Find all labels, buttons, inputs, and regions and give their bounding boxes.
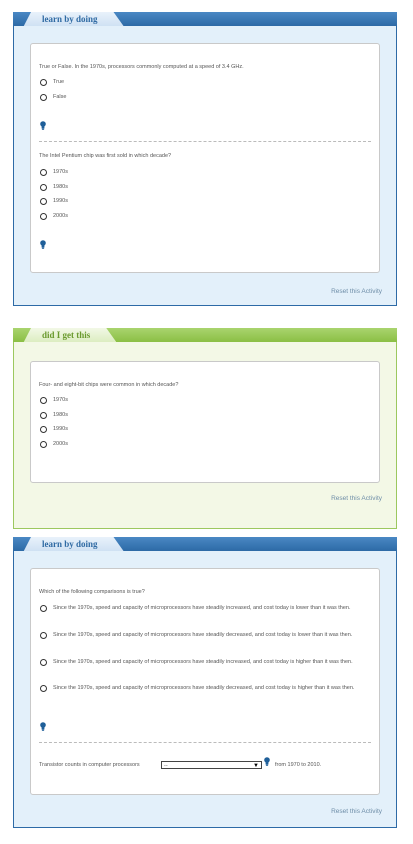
question-text: True or False. In the 1970s, processors … bbox=[39, 64, 244, 70]
transistor-prompt: Transistor counts in computer processors bbox=[39, 762, 140, 768]
radio-button[interactable] bbox=[40, 685, 47, 692]
option-label: Since the 1970s, speed and capacity of m… bbox=[53, 685, 355, 691]
activity-header: learn by doing bbox=[13, 537, 397, 551]
activity-header: learn by doing bbox=[13, 12, 397, 26]
option-label: 1980s bbox=[53, 412, 68, 418]
activity-panel: Which of the following comparisons is tr… bbox=[13, 551, 397, 828]
radio-button[interactable] bbox=[40, 169, 47, 176]
question-text: Four- and eight-bit chips were common in… bbox=[39, 382, 179, 388]
radio-button[interactable] bbox=[40, 605, 47, 612]
transistor-suffix: from 1970 to 2010. bbox=[275, 762, 322, 768]
radio-button[interactable] bbox=[40, 184, 47, 191]
activity-did-i-get-this: did I get this Four- and eight-bit chips… bbox=[13, 328, 397, 529]
activity-tab: learn by doing bbox=[13, 12, 124, 26]
lightbulb-icon[interactable] bbox=[264, 757, 270, 766]
option-label: 1990s bbox=[53, 426, 68, 432]
answer-select[interactable]: -- ▼ bbox=[161, 761, 262, 769]
reset-activity-link[interactable]: Reset this Activity bbox=[331, 495, 382, 502]
activity-header: did I get this bbox=[13, 328, 397, 342]
question-text: Which of the following comparisons is tr… bbox=[39, 589, 145, 595]
option-label: 1970s bbox=[53, 397, 68, 403]
divider bbox=[39, 141, 371, 142]
option-label: Since the 1970s, speed and capacity of m… bbox=[53, 605, 351, 611]
option-label: 1980s bbox=[53, 184, 68, 190]
option-label: 2000s bbox=[53, 441, 68, 447]
activity-learn-by-doing-2: learn by doing Which of the following co… bbox=[13, 537, 397, 828]
question-card: True or False. In the 1970s, processors … bbox=[30, 43, 380, 273]
activity-panel: Four- and eight-bit chips were common in… bbox=[13, 342, 397, 529]
question-card: Four- and eight-bit chips were common in… bbox=[30, 361, 380, 483]
radio-button[interactable] bbox=[40, 198, 47, 205]
reset-activity-link[interactable]: Reset this Activity bbox=[331, 288, 382, 295]
radio-button[interactable] bbox=[40, 397, 47, 404]
question-text: The Intel Pentium chip was first sold in… bbox=[39, 153, 172, 159]
lightbulb-icon[interactable] bbox=[40, 121, 46, 130]
option-label: False bbox=[53, 94, 67, 100]
radio-button[interactable] bbox=[40, 412, 47, 419]
lightbulb-icon[interactable] bbox=[40, 240, 46, 249]
activity-tab: learn by doing bbox=[13, 537, 124, 551]
option-label: Since the 1970s, speed and capacity of m… bbox=[53, 659, 353, 665]
radio-button[interactable] bbox=[40, 94, 47, 101]
option-label: Since the 1970s, speed and capacity of m… bbox=[53, 632, 353, 638]
activity-panel: True or False. In the 1970s, processors … bbox=[13, 26, 397, 306]
divider bbox=[39, 742, 371, 743]
option-label: 2000s bbox=[53, 213, 68, 219]
select-value: -- bbox=[164, 763, 168, 769]
chevron-down-icon: ▼ bbox=[253, 763, 259, 769]
lightbulb-icon[interactable] bbox=[40, 722, 46, 731]
question-card: Which of the following comparisons is tr… bbox=[30, 568, 380, 795]
activity-tab: did I get this bbox=[13, 328, 116, 342]
option-label: True bbox=[53, 79, 65, 85]
radio-button[interactable] bbox=[40, 79, 47, 86]
radio-button[interactable] bbox=[40, 426, 47, 433]
radio-button[interactable] bbox=[40, 213, 47, 220]
option-label: 1990s bbox=[53, 198, 68, 204]
reset-activity-link[interactable]: Reset this Activity bbox=[331, 808, 382, 815]
radio-button[interactable] bbox=[40, 441, 47, 448]
radio-button[interactable] bbox=[40, 632, 47, 639]
activity-learn-by-doing-1: learn by doing True or False. In the 197… bbox=[13, 12, 397, 306]
option-label: 1970s bbox=[53, 169, 68, 175]
radio-button[interactable] bbox=[40, 659, 47, 666]
